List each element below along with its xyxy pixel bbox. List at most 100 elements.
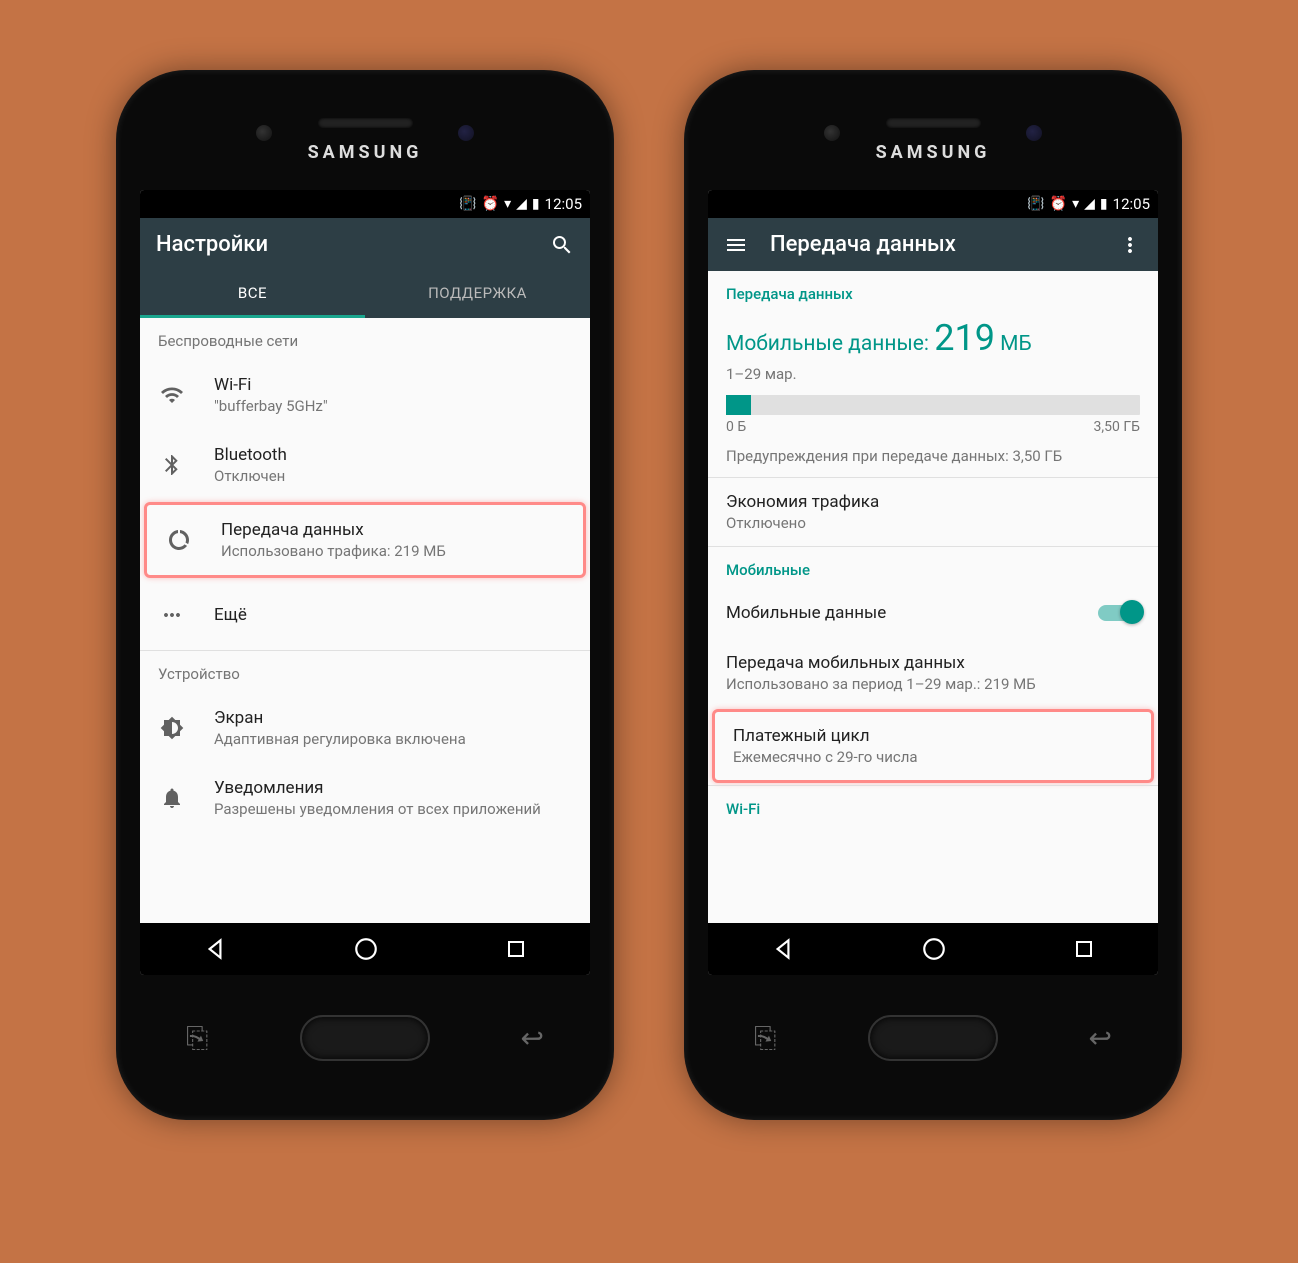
page-title: Настройки <box>156 232 528 257</box>
section-wifi: Wi-Fi <box>708 786 1158 826</box>
recents-soft-icon[interactable]: ⎘ <box>754 1021 776 1055</box>
tabs: ВСЕ ПОДДЕРЖКА <box>140 271 590 318</box>
data-saver-sub: Отключено <box>726 514 1140 532</box>
phone-left: SAMSUNG 📳 ⏰ ▾ ◢ ▮ 12:05 Настройки ВСЕ ПО… <box>116 70 614 1120</box>
phone-top: SAMSUNG <box>136 90 594 190</box>
page-title: Передача данных <box>770 232 1096 257</box>
nav-back-icon[interactable] <box>770 936 796 962</box>
billing-sub: Ежемесячно с 29-го числа <box>733 748 1133 766</box>
alarm-icon: ⏰ <box>1050 196 1067 212</box>
menu-icon[interactable] <box>724 233 748 257</box>
mobile-data-unit: МБ <box>995 332 1032 356</box>
status-bar: 📳 ⏰ ▾ ◢ ▮ 12:05 <box>708 190 1158 218</box>
search-icon[interactable] <box>550 233 574 257</box>
overflow-icon[interactable] <box>1118 233 1142 257</box>
phone-bottom: ⎘ ↩ <box>704 975 1162 1100</box>
data-saver-label: Экономия трафика <box>726 492 1140 512</box>
section-data: Передача данных <box>708 271 1158 311</box>
section-mobile: Мобильные <box>708 547 1158 587</box>
mobile-data-toggle[interactable] <box>1098 605 1140 621</box>
back-soft-icon[interactable]: ↩ <box>1089 1021 1112 1054</box>
status-time: 12:05 <box>1113 195 1150 213</box>
wifi-icon <box>158 383 186 407</box>
nav-home-icon[interactable] <box>353 936 379 962</box>
row-bluetooth[interactable]: Bluetooth Отключен <box>140 430 590 500</box>
data-usage-label: Передача данных <box>221 520 565 540</box>
row-notifications[interactable]: Уведомления Разрешены уведомления от все… <box>140 763 590 833</box>
vibrate-icon: 📳 <box>459 196 476 212</box>
mobile-toggle-label: Мобильные данные <box>726 603 1098 623</box>
app-bar: Передача данных <box>708 218 1158 271</box>
section-device: Устройство <box>140 651 590 693</box>
row-display[interactable]: Экран Адаптивная регулировка включена <box>140 693 590 763</box>
speaker <box>886 118 981 128</box>
display-sub: Адаптивная регулировка включена <box>214 730 572 748</box>
recents-soft-icon[interactable]: ⎘ <box>186 1021 208 1055</box>
battery-icon: ▮ <box>532 196 540 212</box>
nav-back-icon[interactable] <box>202 936 228 962</box>
notifications-sub: Разрешены уведомления от всех приложений <box>214 800 572 818</box>
bluetooth-label: Bluetooth <box>214 445 572 465</box>
sensor-icon <box>256 125 272 141</box>
back-soft-icon[interactable]: ↩ <box>521 1021 544 1054</box>
data-usage-icon <box>165 528 193 552</box>
display-icon <box>158 716 186 740</box>
phone-right: SAMSUNG 📳 ⏰ ▾ ◢ ▮ 12:05 Передача данных … <box>684 70 1182 1120</box>
bluetooth-icon <box>158 453 186 477</box>
phone-bottom: ⎘ ↩ <box>136 975 594 1100</box>
row-more[interactable]: Ещё <box>140 580 590 650</box>
battery-icon: ▮ <box>1100 196 1108 212</box>
nav-bar <box>708 923 1158 975</box>
row-mobile-toggle[interactable]: Мобильные данные <box>708 587 1158 639</box>
tab-support[interactable]: ПОДДЕРЖКА <box>365 271 590 318</box>
bluetooth-sub: Отключен <box>214 467 572 485</box>
tab-all[interactable]: ВСЕ <box>140 271 365 318</box>
vibrate-icon: 📳 <box>1027 196 1044 212</box>
nav-bar <box>140 923 590 975</box>
speaker <box>318 118 413 128</box>
content-area[interactable]: Беспроводные сети Wi-Fi "bufferbay 5GHz"… <box>140 318 590 923</box>
notifications-icon <box>158 786 186 810</box>
alarm-icon: ⏰ <box>482 196 499 212</box>
phone-top: SAMSUNG <box>704 90 1162 190</box>
more-icon <box>158 603 186 627</box>
mobile-data-value: 219 <box>934 317 995 359</box>
row-data-saver[interactable]: Экономия трафика Отключено <box>708 478 1158 546</box>
progress-bar: 0 Б 3,50 ГБ <box>708 385 1158 439</box>
highlight-billing-cycle: Платежный цикл Ежемесячно с 29-го числа <box>712 709 1154 783</box>
sensor-icon <box>824 125 840 141</box>
row-mobile-usage[interactable]: Передача мобильных данных Использовано з… <box>708 639 1158 707</box>
billing-label: Платежный цикл <box>733 726 1133 746</box>
mobile-data-label: Мобильные данные: <box>726 332 934 356</box>
brand-label: SAMSUNG <box>876 142 991 163</box>
display-label: Экран <box>214 708 572 728</box>
wifi-sub: "bufferbay 5GHz" <box>214 397 572 415</box>
nav-recent-icon[interactable] <box>1072 937 1096 961</box>
camera-icon <box>458 125 474 141</box>
mobile-usage-label: Передача мобильных данных <box>726 653 1140 673</box>
nav-recent-icon[interactable] <box>504 937 528 961</box>
progress-max: 3,50 ГБ <box>1094 419 1140 435</box>
content-area[interactable]: Передача данных Мобильные данные: 219 МБ… <box>708 271 1158 923</box>
nav-home-icon[interactable] <box>921 936 947 962</box>
highlight-data-usage: Передача данных Использовано трафика: 21… <box>144 502 586 578</box>
data-usage-sub: Использовано трафика: 219 МБ <box>221 542 565 560</box>
row-wifi[interactable]: Wi-Fi "bufferbay 5GHz" <box>140 360 590 430</box>
status-bar: 📳 ⏰ ▾ ◢ ▮ 12:05 <box>140 190 590 218</box>
status-time: 12:05 <box>545 195 582 213</box>
home-button[interactable] <box>300 1015 430 1061</box>
more-label: Ещё <box>214 605 572 625</box>
signal-icon: ◢ <box>516 196 527 212</box>
camera-icon <box>1026 125 1042 141</box>
row-billing-cycle[interactable]: Платежный цикл Ежемесячно с 29-го числа <box>715 712 1151 780</box>
wifi-icon: ▾ <box>504 196 511 212</box>
home-button[interactable] <box>868 1015 998 1061</box>
mobile-data-period: 1–29 мар. <box>708 363 1158 385</box>
row-data-usage[interactable]: Передача данных Использовано трафика: 21… <box>147 505 583 575</box>
mobile-data-summary: Мобильные данные: 219 МБ <box>708 311 1158 363</box>
section-wireless: Беспроводные сети <box>140 318 590 360</box>
progress-min: 0 Б <box>726 419 746 435</box>
wifi-label: Wi-Fi <box>214 375 572 395</box>
mobile-usage-sub: Использовано за период 1–29 мар.: 219 МБ <box>726 675 1140 693</box>
wifi-icon: ▾ <box>1072 196 1079 212</box>
